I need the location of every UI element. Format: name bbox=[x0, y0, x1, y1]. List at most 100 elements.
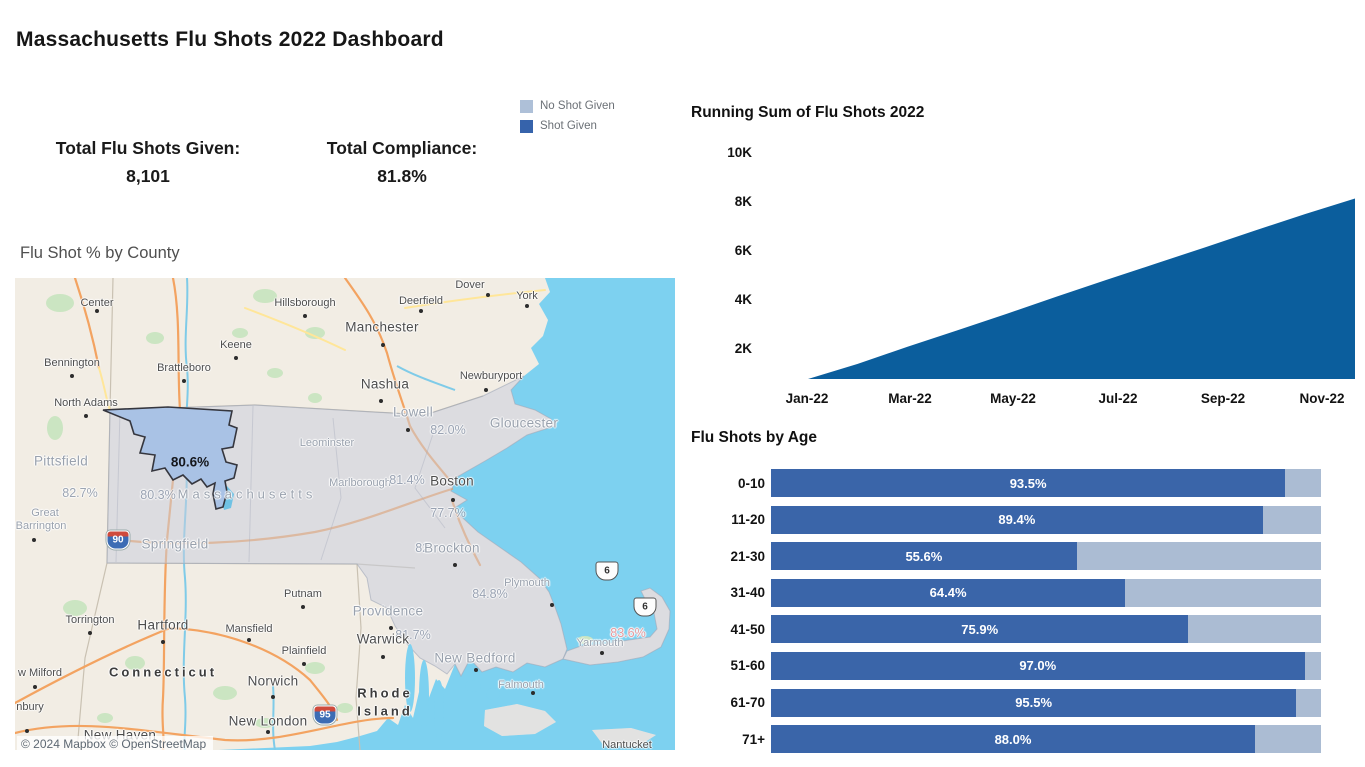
x-axis-tick: May-22 bbox=[973, 391, 1053, 406]
city-dot bbox=[234, 356, 238, 360]
map-place-label: Warwick bbox=[357, 632, 410, 647]
bar-shot-segment[interactable]: 93.5% bbox=[771, 469, 1285, 497]
city-dot bbox=[88, 631, 92, 635]
city-dot bbox=[486, 293, 490, 297]
bar-value-label: 88.0% bbox=[995, 732, 1032, 747]
bar-no-shot-segment[interactable]: 97.0% bbox=[771, 652, 1321, 680]
city-dot bbox=[419, 309, 423, 313]
bar-value-label: 89.4% bbox=[998, 512, 1035, 527]
bar-shot-segment[interactable]: 88.0% bbox=[771, 725, 1255, 753]
city-dot bbox=[600, 651, 604, 655]
map-place-label: Plainfield bbox=[282, 645, 327, 657]
age-bar-chart: 0-1093.5%11-2089.4%21-3055.6%31-4064.4%4… bbox=[691, 469, 1331, 762]
map-place-label: Mansfield bbox=[225, 623, 272, 635]
kpi-value: 81.8% bbox=[302, 162, 502, 190]
bar-value-label: 93.5% bbox=[1010, 476, 1047, 491]
us-route-6-shield-icon: 6 bbox=[634, 598, 657, 617]
city-dot bbox=[381, 655, 385, 659]
city-dot bbox=[25, 729, 29, 733]
map-place-label: Torrington bbox=[66, 614, 115, 626]
map-place-label: Manchester bbox=[345, 320, 419, 335]
map-place-label: North Adams bbox=[54, 397, 118, 409]
map-place-label: Gloucester bbox=[490, 416, 558, 431]
map-place-label: Pittsfield bbox=[34, 454, 88, 469]
map-place-label: Norwich bbox=[248, 674, 299, 689]
city-dot bbox=[247, 638, 251, 642]
city-dot bbox=[484, 388, 488, 392]
age-bar-row: 61-7095.5% bbox=[691, 689, 1331, 717]
map-place-label: Center bbox=[80, 297, 113, 309]
map-place-label: Great bbox=[31, 507, 59, 519]
map-place-label: Bennington bbox=[44, 357, 100, 369]
city-dot bbox=[451, 498, 455, 502]
color-legend: No Shot Given Shot Given bbox=[520, 96, 615, 136]
page-title: Massachusetts Flu Shots 2022 Dashboard bbox=[16, 28, 444, 52]
city-dot bbox=[525, 304, 529, 308]
age-bar-row: 41-5075.9% bbox=[691, 615, 1331, 643]
bar-no-shot-segment[interactable]: 89.4% bbox=[771, 506, 1321, 534]
city-dot bbox=[266, 730, 270, 734]
running-sum-area-chart[interactable] bbox=[768, 138, 1358, 386]
bar-shot-segment[interactable]: 75.9% bbox=[771, 615, 1188, 643]
city-dot bbox=[182, 379, 186, 383]
bar-no-shot-segment[interactable]: 93.5% bbox=[771, 469, 1321, 497]
map-place-label: Keene bbox=[220, 339, 252, 351]
bar-no-shot-segment[interactable]: 75.9% bbox=[771, 615, 1321, 643]
map-place-label: Brockton bbox=[424, 541, 480, 556]
city-dot bbox=[70, 374, 74, 378]
kpi-value: 8,101 bbox=[30, 162, 266, 190]
y-axis-tick: 2K bbox=[700, 339, 752, 359]
bar-shot-segment[interactable]: 89.4% bbox=[771, 506, 1263, 534]
bar-shot-segment[interactable]: 64.4% bbox=[771, 579, 1125, 607]
map-attribution[interactable]: © 2024 Mapbox © OpenStreetMap bbox=[17, 736, 213, 750]
age-category-label: 51-60 bbox=[691, 658, 771, 673]
map-place-label: Plymouth bbox=[504, 577, 550, 589]
map-place-label: nbury bbox=[16, 701, 44, 713]
map-place-label: Island bbox=[357, 704, 413, 719]
age-category-label: 11-20 bbox=[691, 512, 771, 527]
bar-no-shot-segment[interactable]: 88.0% bbox=[771, 725, 1321, 753]
bar-shot-segment[interactable]: 97.0% bbox=[771, 652, 1305, 680]
county-percent-label: 80.3% bbox=[140, 488, 175, 502]
map-place-label: Connecticut bbox=[109, 665, 217, 680]
kpi-total-compliance[interactable]: Total Compliance: 81.8% bbox=[302, 134, 502, 190]
county-percent-label: 82.7% bbox=[62, 486, 97, 500]
y-axis-tick: 8K bbox=[700, 192, 752, 212]
map-place-label: Providence bbox=[353, 604, 424, 619]
interstate-90-shield-icon: 90 bbox=[107, 531, 130, 550]
county-percent-label: 77.7% bbox=[430, 506, 465, 520]
x-axis-tick: Jul-22 bbox=[1078, 391, 1158, 406]
legend-item-no-shot[interactable]: No Shot Given bbox=[520, 96, 615, 116]
legend-item-shot[interactable]: Shot Given bbox=[520, 116, 615, 136]
map-place-label: Hartford bbox=[137, 618, 188, 633]
bar-value-label: 97.0% bbox=[1019, 658, 1056, 673]
legend-swatch-dark bbox=[520, 120, 533, 133]
bar-shot-segment[interactable]: 55.6% bbox=[771, 542, 1077, 570]
map-place-label: Nantucket bbox=[602, 739, 652, 750]
legend-swatch-light bbox=[520, 100, 533, 113]
kpi-total-flu-shots[interactable]: Total Flu Shots Given: 8,101 bbox=[30, 134, 266, 190]
city-dot bbox=[33, 685, 37, 689]
us-route-6-shield-icon: 6 bbox=[596, 562, 619, 581]
age-bar-row: 11-20 89.4% bbox=[691, 506, 1331, 534]
interstate-95-shield-icon: 95 bbox=[314, 706, 337, 725]
age-bar-row: 71+88.0% bbox=[691, 725, 1331, 753]
map-place-label: Brattleboro bbox=[157, 362, 211, 374]
county-map[interactable]: DoverYorkCenterHillsboroughDeerfieldManc… bbox=[15, 278, 675, 750]
area-series-shots[interactable] bbox=[808, 199, 1355, 380]
age-chart-title: Flu Shots by Age bbox=[691, 429, 817, 447]
city-dot bbox=[406, 428, 410, 432]
county-percent-label: 82.0% bbox=[430, 423, 465, 437]
city-dot bbox=[302, 662, 306, 666]
bar-no-shot-segment[interactable]: 55.6% bbox=[771, 542, 1321, 570]
kpi-label: Total Compliance: bbox=[302, 134, 502, 162]
city-dot bbox=[531, 691, 535, 695]
city-dot bbox=[271, 695, 275, 699]
city-dot bbox=[379, 399, 383, 403]
bar-no-shot-segment[interactable]: 64.4% bbox=[771, 579, 1321, 607]
map-place-label: Massachusetts bbox=[178, 487, 317, 502]
bar-no-shot-segment[interactable]: 95.5% bbox=[771, 689, 1321, 717]
age-bar-row: 51-60 97.0% bbox=[691, 652, 1331, 680]
bar-shot-segment[interactable]: 95.5% bbox=[771, 689, 1296, 717]
map-place-label: Putnam bbox=[284, 588, 322, 600]
